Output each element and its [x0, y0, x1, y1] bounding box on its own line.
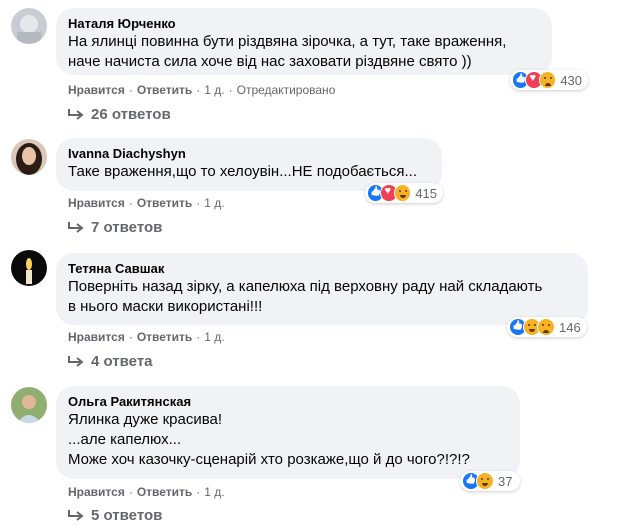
- reply-button[interactable]: Ответить: [137, 196, 192, 210]
- reply-button[interactable]: Ответить: [137, 83, 192, 97]
- haha-reaction-icon: [476, 472, 494, 490]
- reply-arrow-icon: [68, 108, 84, 120]
- comment-author[interactable]: Тетяна Савшак: [68, 261, 576, 277]
- comment-time[interactable]: 1 д.: [204, 485, 224, 499]
- comment-actions: Нравится · Ответить · 1 д.: [68, 330, 225, 344]
- like-button[interactable]: Нравится: [68, 485, 125, 499]
- comment-text: Таке враження,що то хелоувін...НЕ подоба…: [68, 163, 417, 180]
- edited-label: Отредактировано: [236, 83, 336, 97]
- replies-count: 26 ответов: [91, 106, 171, 123]
- reaction-count: 430: [560, 72, 583, 88]
- reply-arrow-icon: [68, 509, 84, 521]
- reaction-summary[interactable]: 415: [365, 183, 443, 203]
- reply-arrow-icon: [68, 221, 84, 233]
- view-replies-button[interactable]: 7 ответов: [67, 219, 162, 236]
- avatar[interactable]: [11, 139, 47, 175]
- comment-actions: Нравится · Ответить · 1 д.: [68, 485, 225, 499]
- view-replies-button[interactable]: 26 ответов: [67, 106, 171, 123]
- avatar[interactable]: [11, 8, 47, 44]
- haha-reaction-icon: [393, 184, 412, 202]
- avatar[interactable]: [11, 387, 47, 423]
- comment-actions: Нравится · Ответить · 1 д.: [68, 196, 225, 210]
- sad-reaction-icon: [537, 318, 555, 336]
- comment-bubble: Ольга Ракитянская Ялинка дуже красива! .…: [56, 386, 520, 479]
- view-replies-button[interactable]: 4 ответа: [67, 353, 153, 370]
- comment-text: На ялинці повинна бути різдвяна зірочка,…: [68, 33, 507, 70]
- comment-author[interactable]: Ivanna Diachyshyn: [68, 146, 430, 162]
- comment-bubble: Тетяна Савшак Поверніть назад зірку, а к…: [56, 253, 588, 325]
- reaction-count: 146: [559, 319, 581, 335]
- comment-time[interactable]: 1 д.: [204, 83, 224, 97]
- comment-text: Ялинка дуже красива! ...але капелюх... М…: [68, 411, 470, 468]
- comment-time[interactable]: 1 д.: [204, 330, 224, 344]
- view-replies-button[interactable]: 5 ответов: [67, 507, 162, 524]
- replies-count: 4 ответа: [91, 353, 153, 370]
- comment-bubble: Наталя Юрченко На ялинці повинна бути рі…: [56, 8, 552, 75]
- reply-button[interactable]: Ответить: [137, 485, 192, 499]
- comment-time[interactable]: 1 д.: [204, 196, 224, 210]
- like-button[interactable]: Нравится: [68, 83, 125, 97]
- comment-author[interactable]: Наталя Юрченко: [68, 16, 540, 32]
- comment-text: Поверніть назад зірку, а капелюха під ве…: [68, 278, 543, 315]
- reaction-count: 37: [498, 473, 513, 489]
- reaction-summary[interactable]: 430: [510, 70, 588, 90]
- reaction-summary[interactable]: 146: [507, 317, 587, 337]
- like-button[interactable]: Нравится: [68, 196, 125, 210]
- replies-count: 7 ответов: [91, 219, 163, 236]
- reaction-summary[interactable]: 37: [460, 471, 520, 491]
- comment-author[interactable]: Ольга Ракитянская: [68, 394, 508, 410]
- reply-button[interactable]: Ответить: [137, 330, 192, 344]
- reaction-count: 415: [415, 185, 438, 201]
- reply-arrow-icon: [68, 355, 84, 367]
- like-button[interactable]: Нравится: [68, 330, 125, 344]
- comment-actions: Нравится · Ответить · 1 д. · Отредактировано: [68, 83, 336, 97]
- avatar[interactable]: [11, 250, 47, 286]
- replies-count: 5 ответов: [91, 507, 163, 524]
- sad-reaction-icon: [538, 71, 557, 89]
